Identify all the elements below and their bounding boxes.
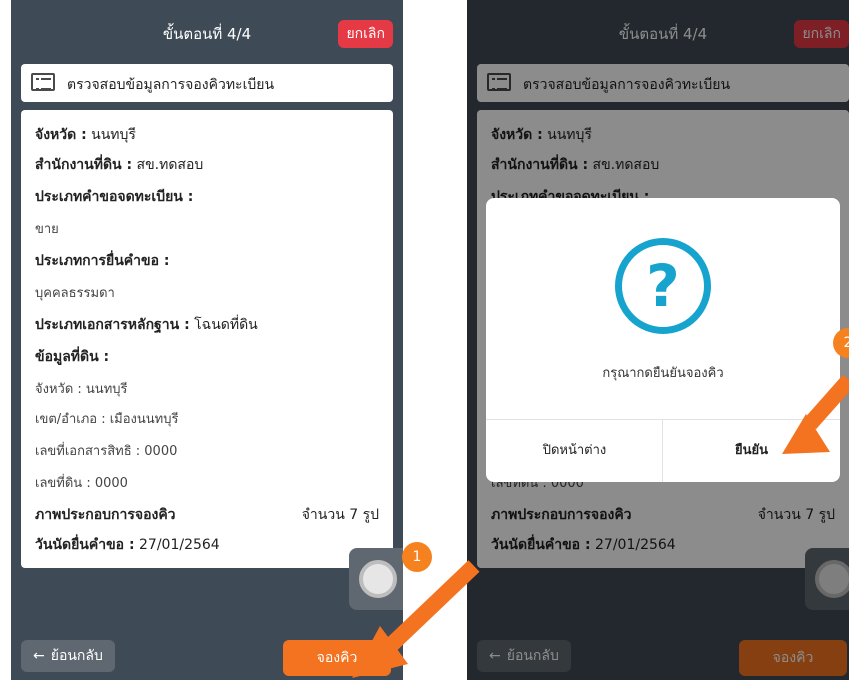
annotation-arrows bbox=[352, 374, 849, 678]
arrow-to-book-button bbox=[352, 560, 480, 678]
arrow-to-confirm-button bbox=[782, 374, 849, 454]
step-badge-1: 1 bbox=[402, 542, 432, 572]
